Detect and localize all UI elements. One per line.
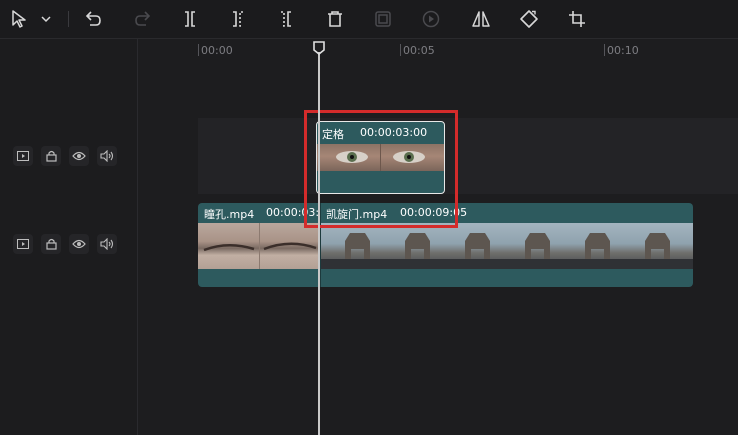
play-reverse-icon[interactable] <box>420 7 442 31</box>
ruler-tick <box>198 44 199 56</box>
split-right-icon[interactable] <box>276 7 296 31</box>
eye-icon[interactable] <box>69 234 89 254</box>
playhead-handle[interactable] <box>313 40 325 56</box>
ruler-label-10: 00:10 <box>607 44 639 57</box>
arch-clip-thumbnail <box>320 223 693 269</box>
split-left-icon[interactable] <box>228 7 248 31</box>
delete-icon[interactable] <box>324 7 346 31</box>
redo-icon[interactable] <box>132 7 154 31</box>
main-track-controls <box>0 234 137 262</box>
pupil-clip-thumbnail <box>198 223 320 269</box>
track-preview-icon[interactable] <box>13 234 33 254</box>
highlight-box <box>304 110 458 228</box>
track-preview-icon[interactable] <box>13 146 33 166</box>
volume-icon[interactable] <box>97 234 117 254</box>
select-cursor-icon[interactable] <box>8 7 30 31</box>
ruler-label-0: 00:00 <box>201 44 233 57</box>
track-controls-overlay <box>0 146 137 174</box>
crop-icon[interactable] <box>566 7 588 31</box>
ruler-tick <box>400 44 401 56</box>
lock-icon[interactable] <box>41 146 61 166</box>
toolbar <box>0 0 738 39</box>
eye-icon[interactable] <box>69 146 89 166</box>
dropdown-chevron-icon[interactable] <box>38 7 54 31</box>
rotate-icon[interactable] <box>518 7 540 31</box>
ruler-tick <box>604 44 605 56</box>
pupil-clip-name: 瞳孔.mp4 <box>204 208 255 221</box>
overlay-track-lane <box>198 118 738 194</box>
toolbar-separator <box>68 11 69 27</box>
mirror-icon[interactable] <box>470 7 492 31</box>
undo-icon[interactable] <box>82 7 104 31</box>
ruler-label-5: 00:05 <box>403 44 435 57</box>
lock-icon[interactable] <box>41 234 61 254</box>
freeze-frame-icon[interactable] <box>372 7 394 31</box>
playhead-line[interactable] <box>318 52 320 435</box>
split-icon[interactable] <box>180 7 200 31</box>
volume-icon[interactable] <box>97 146 117 166</box>
